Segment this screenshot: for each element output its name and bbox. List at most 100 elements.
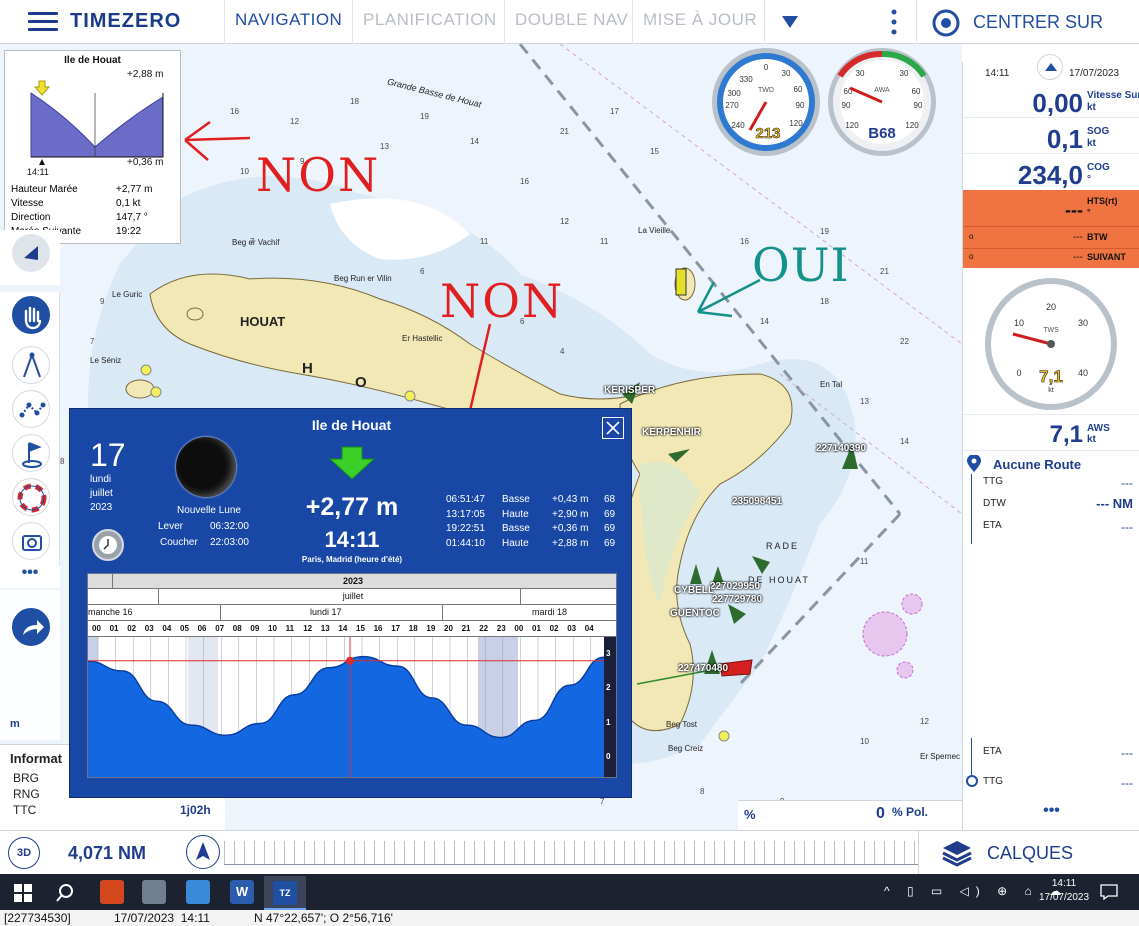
stw-row[interactable]: 0,00 Vitesse Surf. kt [963, 84, 1139, 118]
tide-widget[interactable]: Ile de Houat +2,88 m +0,36 m 14:11 Haute… [4, 50, 181, 244]
cog-unit: ° [1087, 174, 1091, 185]
hour-tick-label: 13 [320, 624, 330, 633]
calculator-icon[interactable] [142, 880, 166, 904]
clock-button[interactable] [92, 529, 124, 561]
stw-value: 0,00 [1032, 88, 1083, 118]
cog-row[interactable]: 234,0 COG ° [963, 156, 1139, 190]
camera-tool[interactable] [12, 522, 50, 560]
svg-text:7: 7 [90, 337, 95, 346]
share-button[interactable] [12, 608, 50, 646]
tide-curve-chart[interactable]: 2023 juillet manche 16 lundi 17 mardi 18… [87, 573, 617, 778]
svg-text:11: 11 [600, 237, 609, 246]
route-header[interactable]: Aucune Route [963, 450, 1139, 474]
tide-dialog[interactable]: Ile de Houat 17 lundi juillet 2023 Nouve… [69, 408, 632, 798]
tws-tick: 20 [1046, 302, 1056, 312]
app-icon-tools[interactable] [100, 880, 124, 904]
tab-double-nav[interactable]: DOUBLE NAV [504, 0, 638, 44]
ais-target-label[interactable]: CYBELL [674, 585, 714, 596]
ais-target-label[interactable]: KERISPER [604, 385, 655, 396]
annotation-non-1: NON [256, 148, 381, 202]
ais-target-label[interactable]: 227029950 [710, 581, 760, 592]
system-clock[interactable]: 14:11 17/07/2023 [1036, 877, 1092, 905]
panel-more-button[interactable]: ••• [963, 802, 1139, 820]
svg-text:22: 22 [900, 337, 909, 346]
svg-text:11: 11 [480, 237, 489, 246]
windows-taskbar: W TZ ^ ▯ ▭ ◁) ⊕ ⌂ ☁ 14:11 17/07/2023 [0, 874, 1139, 910]
awa-tick: 90 [842, 101, 851, 110]
compass-tool[interactable] [12, 346, 50, 384]
search-icon[interactable] [54, 882, 76, 904]
pan-hand-tool[interactable] [12, 296, 50, 334]
tide-time-row: 06:51:47 Basse +0,43 m 68 [446, 493, 624, 508]
ais-target-label[interactable]: 227729780 [712, 594, 762, 605]
place-la-vieille: La Vieille [638, 226, 671, 235]
tabs-dropdown-button[interactable] [764, 0, 814, 44]
ttg2-label: TTG [983, 776, 1003, 787]
photos-icon[interactable] [186, 880, 210, 904]
tide-type: Haute [502, 508, 529, 520]
tide-time: 13:17:05 [446, 508, 485, 520]
tide-time: 01:44:10 [446, 537, 485, 549]
north-up-button[interactable] [186, 835, 220, 869]
orange-alarm-block[interactable]: --- HTS(rt) ° o --- BTW o --- SUIVANT [963, 190, 1139, 268]
tide-row: Vitesse 0,1 kt [11, 197, 176, 211]
ttg-label: TTG [983, 476, 1003, 487]
eta2-value: --- [1121, 746, 1133, 760]
polar-bar: % 0 % Pol. [738, 800, 962, 830]
more-options-button[interactable] [880, 0, 908, 44]
mark-tool[interactable] [12, 434, 50, 472]
pol-label: % Pol. [892, 805, 929, 819]
annotation-oui-arrow [696, 278, 761, 318]
svg-text:4: 4 [560, 347, 565, 356]
back-button[interactable] [12, 234, 50, 272]
ais-target-label[interactable]: KERPENHIR [642, 427, 701, 438]
route-tool[interactable] [12, 390, 50, 428]
hour-tick-label: 04 [162, 624, 172, 633]
tide-coef: 69 [604, 523, 616, 534]
tide-dialog-title: Ile de Houat [311, 417, 392, 433]
tab-mise-a-jour[interactable]: MISE À JOUR [632, 0, 767, 44]
3d-toggle-button[interactable]: 3D [8, 837, 40, 869]
windows-start-icon[interactable] [14, 884, 32, 902]
ais-target-label[interactable]: 227140390 [816, 443, 866, 454]
tide-height: +2,90 m [552, 508, 589, 520]
suivant-value: --- [1073, 252, 1083, 263]
aws-value: 7,1 [1049, 421, 1083, 448]
buoy-marker [675, 268, 687, 296]
twd-tick: 120 [789, 119, 803, 128]
tab-planification[interactable]: PLANIFICATION [352, 0, 507, 44]
close-button[interactable] [602, 417, 624, 439]
tab-navigation[interactable]: NAVIGATION [224, 0, 352, 44]
ais-target-label[interactable]: GUENTOC [670, 608, 720, 619]
place-le-guric: Le Guric [112, 290, 143, 299]
ais-target-label[interactable]: 227470480 [678, 663, 728, 674]
center-on-button[interactable]: CENTRER SUR [916, 0, 1139, 44]
tws-gauge: 0 10 20 30 40 TWS 7,1 kt [985, 278, 1117, 410]
word-icon[interactable]: W [230, 880, 254, 904]
left-toolbar-more-button[interactable]: ••• [0, 565, 60, 588]
place-rade: RADE [766, 541, 800, 551]
mob-tool[interactable] [12, 478, 50, 516]
flag-icon [22, 442, 42, 468]
hand-icon [24, 306, 42, 330]
hour-tick-label: 15 [356, 624, 365, 633]
twd-tick: 270 [725, 101, 739, 110]
layers-button[interactable]: CALQUES [918, 831, 1139, 875]
aws-row[interactable]: 7,1 AWS kt [963, 414, 1139, 448]
svg-text:16: 16 [520, 177, 529, 186]
info-row-ttc: TTC [13, 803, 37, 817]
hamburger-menu-icon[interactable] [28, 12, 58, 32]
timezero-taskbar-item[interactable]: TZ [264, 876, 306, 910]
share-arrow-icon [23, 620, 44, 635]
svg-text:11: 11 [860, 557, 869, 566]
notification-icon[interactable] [1100, 884, 1118, 900]
dtw-value: --- NM [1096, 496, 1133, 511]
place-er-hastellic: Er Hastellic [402, 334, 443, 343]
left-toolbar-lower: m [0, 590, 60, 740]
sog-row[interactable]: 0,1 SOG kt [963, 120, 1139, 154]
panel-collapse-button[interactable] [1037, 54, 1063, 80]
svg-text:15: 15 [650, 147, 659, 156]
timeline-year-row: 2023 [88, 574, 616, 589]
ais-target-label[interactable]: 235098451 [732, 496, 782, 507]
y-axis-strip: 3 2 1 0 [604, 637, 616, 777]
